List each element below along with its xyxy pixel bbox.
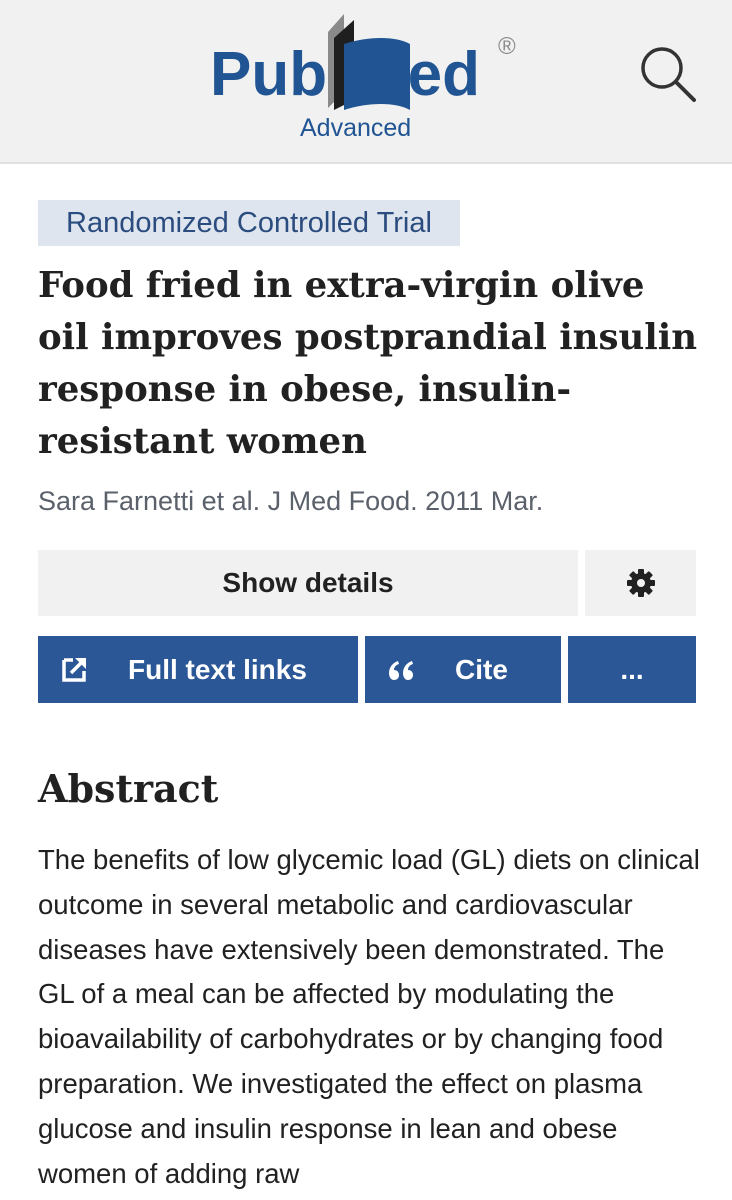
show-details-button[interactable]: Show details [38, 550, 578, 616]
quote-icon [389, 661, 413, 680]
article-citation-line: Sara Farnetti et al. J Med Food. 2011 Ma… [38, 486, 544, 516]
site-header: Pub Med ® Advanced [0, 0, 732, 164]
abstract-heading: Abstract [38, 766, 219, 811]
display-settings-button[interactable] [585, 550, 696, 616]
search-icon [641, 47, 696, 102]
publication-type-badge: Randomized Controlled Trial [38, 200, 460, 246]
pubmed-logo-mark: Pub Med ® [210, 14, 516, 110]
more-actions-button[interactable]: ... [568, 636, 696, 703]
full-text-links-label: Full text links [128, 654, 307, 685]
logo-pub-text: Pub [210, 40, 327, 109]
article-title: Food fried in extra-virgin olive oil imp… [38, 265, 698, 462]
cite-button[interactable]: Cite [365, 636, 561, 703]
external-link-icon [62, 657, 87, 682]
abstract-text: The benefits of low glycemic load (GL) d… [38, 844, 700, 1189]
pubmed-logo[interactable]: Pub Med ® Advanced [208, 10, 528, 145]
logo-advanced-link[interactable]: Advanced [300, 114, 411, 143]
cite-label: Cite [455, 654, 508, 685]
logo-med-text: Med [356, 40, 480, 109]
more-actions-label: ... [620, 653, 644, 685]
registered-mark: ® [498, 33, 516, 60]
gear-icon [626, 569, 655, 597]
search-button[interactable] [636, 42, 700, 106]
full-text-links-button[interactable]: Full text links [38, 636, 358, 703]
